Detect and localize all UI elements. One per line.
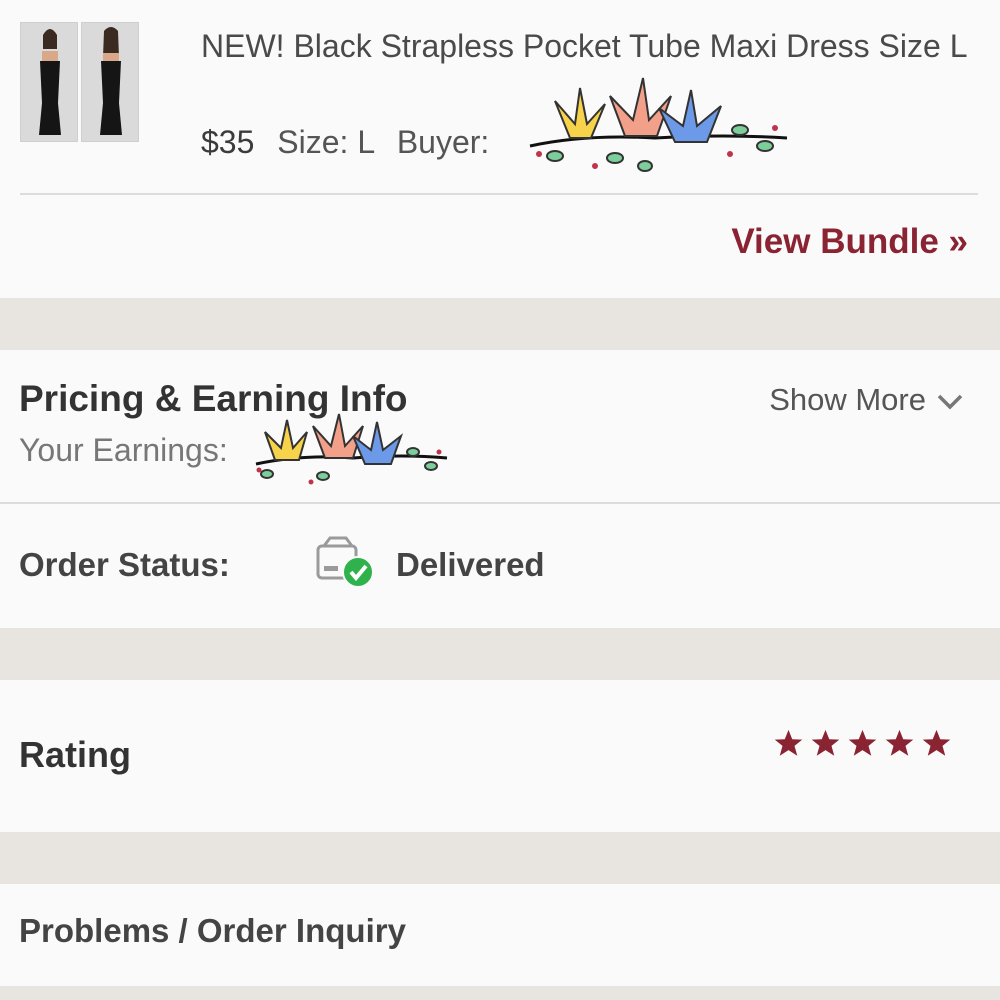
star-icon: [922, 729, 951, 756]
section-gap: [0, 628, 1000, 680]
rating-label: Rating: [19, 734, 131, 775]
problems-section[interactable]: Problems / Order Inquiry: [0, 884, 1000, 986]
flower-sticker-icon: [529, 77, 788, 172]
view-bundle-link[interactable]: View Bundle »: [731, 222, 968, 262]
buyer-label: Buyer:: [396, 124, 490, 160]
order-item-card: NEW! Black Strapless Pocket Tube Maxi Dr…: [0, 0, 1000, 298]
star-icon: [848, 729, 877, 756]
order-status-label: Order Status:: [19, 546, 230, 583]
order-status-section: Order Status: Delivered: [0, 504, 1000, 628]
section-gap: [0, 986, 1000, 1000]
item-price: $35: [201, 124, 255, 160]
item-title[interactable]: NEW! Black Strapless Pocket Tube Maxi Dr…: [201, 22, 981, 70]
section-gap: [0, 832, 1000, 884]
pricing-section: Pricing & Earning Info Your Earnings: Sh…: [0, 350, 1000, 502]
rating-stars: [773, 728, 952, 758]
star-icon: [811, 729, 840, 756]
divider: [20, 193, 978, 195]
show-more-button[interactable]: Show More: [769, 382, 964, 418]
rating-section: Rating: [0, 680, 1000, 832]
section-gap: [0, 298, 1000, 350]
problems-order-inquiry-link[interactable]: Problems / Order Inquiry: [19, 912, 406, 950]
chevron-down-icon: [937, 394, 963, 410]
dress-back-thumbnail[interactable]: [81, 22, 139, 142]
item-meta: $35 Size: L Buyer:: [201, 120, 489, 164]
star-icon: [885, 729, 914, 756]
show-more-label: Show More: [769, 382, 926, 417]
star-icon: [774, 729, 803, 756]
order-status-value: Delivered: [396, 546, 545, 583]
flower-sticker-icon: [255, 413, 448, 485]
package-delivered-icon: [316, 536, 374, 588]
item-size: Size: L: [277, 124, 374, 160]
earnings-label: Your Earnings:: [19, 432, 228, 468]
dress-front-thumbnail[interactable]: [20, 22, 78, 142]
